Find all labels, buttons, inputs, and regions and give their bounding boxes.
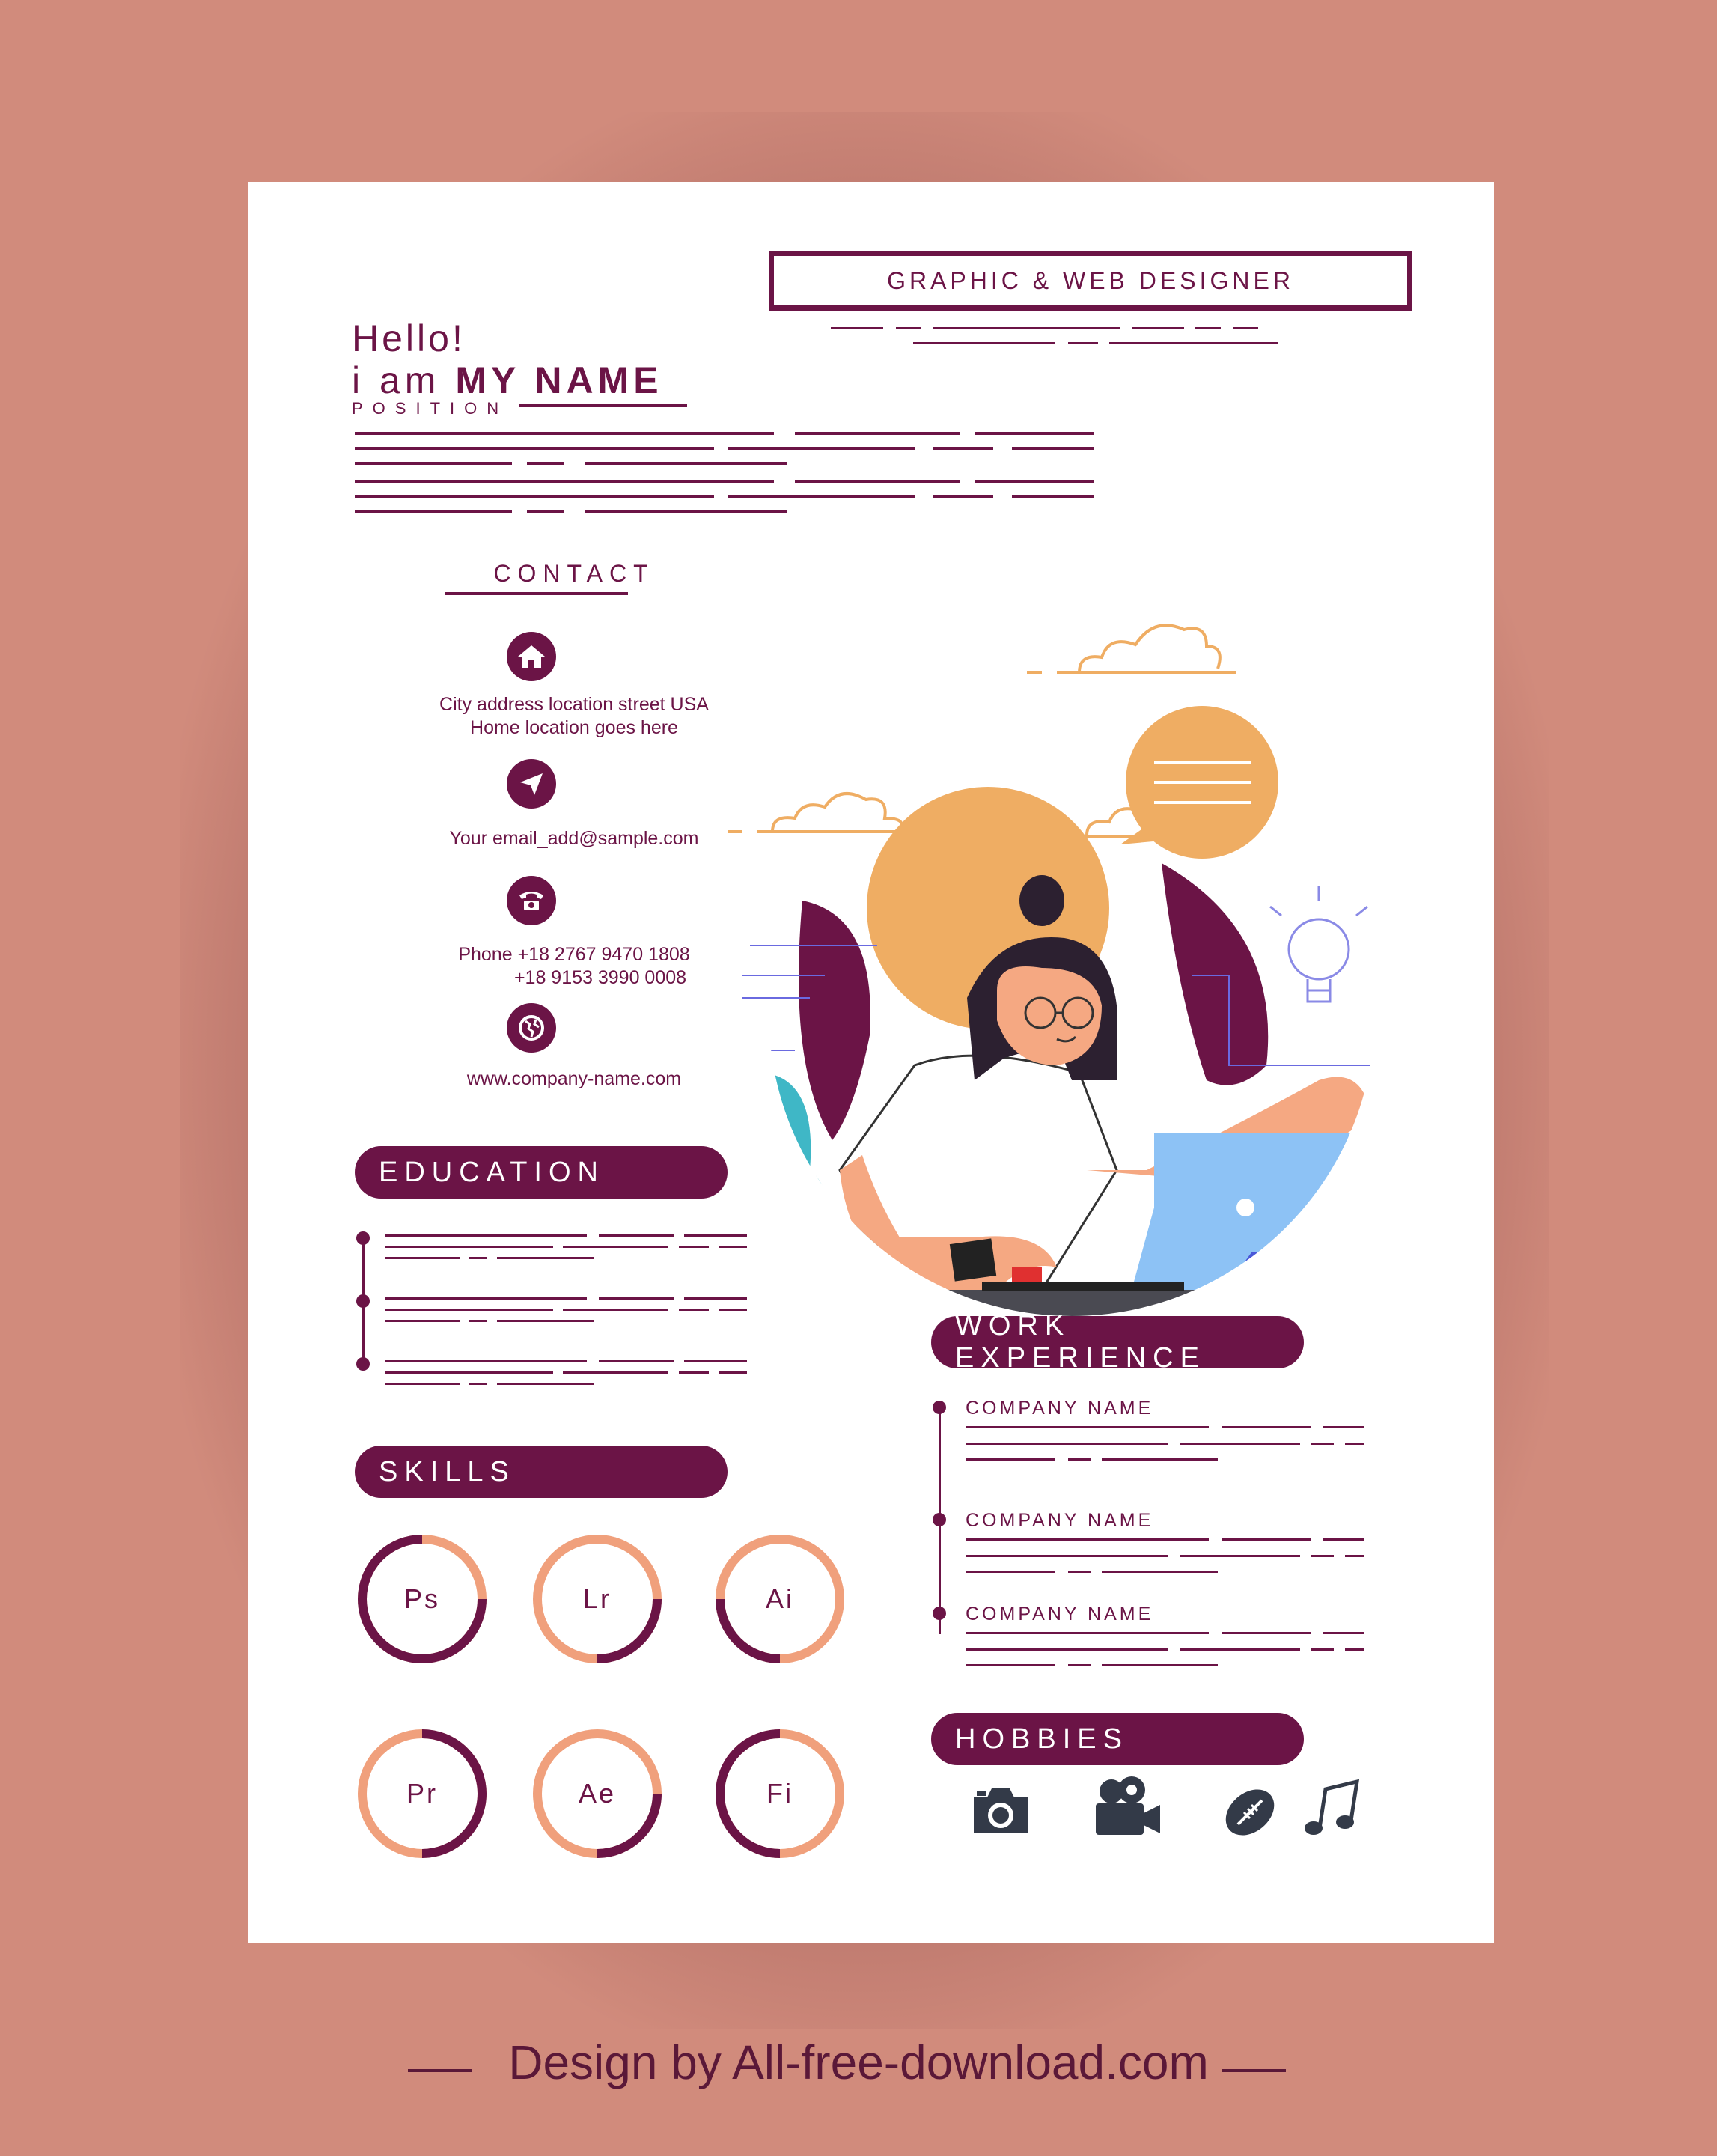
- skill-label-pr: Pr: [406, 1778, 438, 1809]
- company-name-3: COMPANY NAME: [966, 1604, 1154, 1624]
- company-name-2: COMPANY NAME: [966, 1510, 1154, 1531]
- greeting-text: Hello!: [352, 317, 466, 359]
- footer-dash-right: [1222, 2069, 1286, 2072]
- skill-label-ai: Ai: [765, 1583, 794, 1614]
- skill-label-fi: Fi: [766, 1778, 793, 1809]
- skill-ring-pr: Pr: [356, 1728, 488, 1860]
- lightbulb-icon: [1269, 886, 1368, 1003]
- name-text: MY NAME: [455, 359, 663, 401]
- skill-ring-ai: Ai: [714, 1533, 846, 1665]
- address-line-1: City address location street USA: [439, 694, 709, 715]
- video-camera-icon: [1096, 1776, 1160, 1835]
- phone-block: Phone +18 2767 9470 1808 +18 9153 3990 0…: [361, 943, 787, 990]
- design-credit[interactable]: Design by All-free-download.com: [0, 2035, 1717, 2090]
- website-text[interactable]: www.company-name.com: [361, 1068, 787, 1091]
- contact-underline: [445, 592, 628, 595]
- company-name-1: COMPANY NAME: [966, 1398, 1154, 1419]
- designer-illustration: [728, 624, 1491, 1316]
- work-experience-title: WORK EXPERIENCE: [931, 1310, 1304, 1374]
- skill-ring-ps: Ps: [356, 1533, 488, 1665]
- skill-label-lr: Lr: [582, 1583, 612, 1614]
- skill-ring-fi: Fi: [714, 1728, 846, 1860]
- resume-page: GRAPHIC & WEB DESIGNER Hello! i am MY NA…: [248, 182, 1494, 1943]
- iam-text: i am: [352, 359, 441, 401]
- phone-line-2: +18 9153 3990 0008: [513, 967, 687, 988]
- hobbies-title: HOBBIES: [931, 1713, 1304, 1765]
- name-underline: [519, 404, 687, 407]
- camera-icon: [974, 1788, 1028, 1833]
- name-heading: i am MY NAME: [352, 359, 663, 402]
- paper-plane-icon: [507, 759, 556, 808]
- address-line-2: Home location goes here: [470, 717, 678, 738]
- skill-ring-ae: Ae: [531, 1728, 663, 1860]
- address-block: City address location street USA Home lo…: [361, 693, 787, 740]
- skill-label-ps: Ps: [403, 1583, 440, 1614]
- job-title-box: GRAPHIC & WEB DESIGNER: [769, 251, 1412, 311]
- football-icon: [1225, 1789, 1275, 1836]
- skill-label-ae: Ae: [578, 1778, 617, 1809]
- globe-icon: [507, 1003, 556, 1053]
- music-note-icon: [1305, 1779, 1360, 1835]
- email-text[interactable]: Your email_add@sample.com: [361, 827, 787, 850]
- telephone-icon: [507, 876, 556, 925]
- position-text: POSITION: [352, 399, 509, 418]
- skills-title: SKILLS: [355, 1446, 728, 1498]
- phone-line-1: Phone +18 2767 9470 1808: [458, 944, 690, 965]
- home-icon: [507, 632, 556, 681]
- contact-title: CONTACT: [493, 560, 655, 587]
- skill-ring-lr: Lr: [531, 1533, 663, 1665]
- laptop-icon: [1132, 1133, 1386, 1290]
- education-title: EDUCATION: [355, 1146, 728, 1199]
